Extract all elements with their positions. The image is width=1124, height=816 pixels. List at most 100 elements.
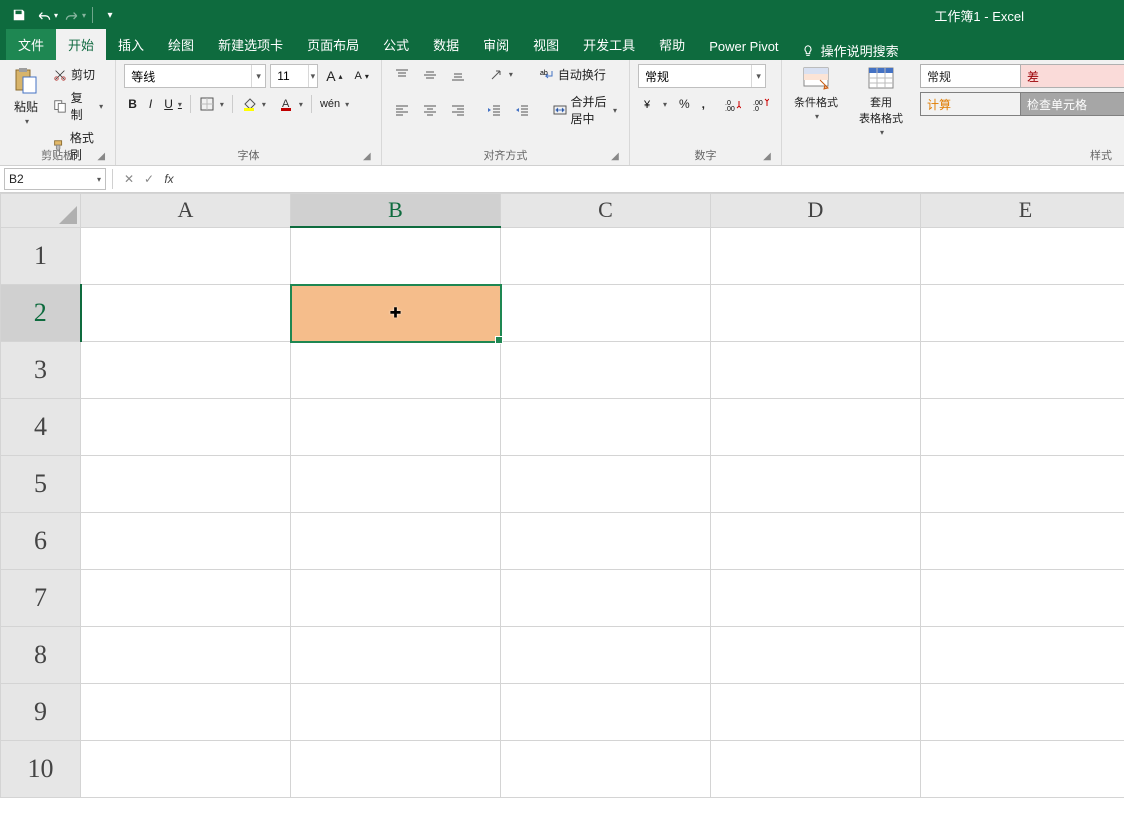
- font-size-input[interactable]: [271, 66, 307, 86]
- number-format-input[interactable]: [639, 66, 751, 86]
- cell-D5[interactable]: [711, 456, 921, 513]
- borders-button[interactable]: ▾: [195, 94, 228, 114]
- redo-icon[interactable]: ▾: [64, 4, 86, 26]
- row-header-1[interactable]: 1: [1, 227, 81, 285]
- cell-B9[interactable]: [291, 684, 501, 741]
- cell-B1[interactable]: [291, 227, 501, 285]
- col-header-B[interactable]: B: [291, 194, 501, 228]
- cell-C10[interactable]: [501, 741, 711, 798]
- tab-powerpivot[interactable]: Power Pivot: [697, 33, 790, 60]
- cell-D2[interactable]: [711, 285, 921, 342]
- cell-B2[interactable]: ✚: [291, 285, 501, 342]
- tab-view[interactable]: 视图: [521, 29, 571, 60]
- align-bottom-button[interactable]: [446, 65, 470, 85]
- number-format-combo[interactable]: ▾: [638, 64, 766, 88]
- name-box[interactable]: B2 ▾: [4, 168, 106, 190]
- cell-E9[interactable]: [921, 684, 1124, 741]
- font-name-combo[interactable]: ▾: [124, 64, 266, 88]
- underline-button[interactable]: U▾: [160, 95, 186, 113]
- row-header-4[interactable]: 4: [1, 399, 81, 456]
- cell-C5[interactable]: [501, 456, 711, 513]
- increase-decimal-button[interactable]: .0.00: [721, 94, 745, 114]
- fill-color-button[interactable]: ▾: [237, 94, 270, 114]
- cell-D4[interactable]: [711, 399, 921, 456]
- col-header-C[interactable]: C: [501, 194, 711, 228]
- align-dialog-launcher[interactable]: ◢: [609, 150, 621, 162]
- formula-input[interactable]: [179, 169, 1124, 189]
- cell-C3[interactable]: [501, 342, 711, 399]
- align-top-button[interactable]: [390, 65, 414, 85]
- paste-button[interactable]: 粘贴 ▾: [8, 64, 44, 142]
- percent-button[interactable]: %: [675, 95, 694, 113]
- col-header-D[interactable]: D: [711, 194, 921, 228]
- italic-button[interactable]: I: [145, 95, 156, 113]
- cell-A9[interactable]: [81, 684, 291, 741]
- cell-B4[interactable]: [291, 399, 501, 456]
- tell-me[interactable]: 操作说明搜索: [791, 41, 909, 60]
- row-header-8[interactable]: 8: [1, 627, 81, 684]
- cell-E6[interactable]: [921, 513, 1124, 570]
- cell-D7[interactable]: [711, 570, 921, 627]
- tab-review[interactable]: 审阅: [471, 29, 521, 60]
- orientation-button[interactable]: ▾: [484, 65, 517, 85]
- cell-E2[interactable]: [921, 285, 1124, 342]
- cell-D1[interactable]: [711, 227, 921, 285]
- cell-A5[interactable]: [81, 456, 291, 513]
- cell-E1[interactable]: [921, 227, 1124, 285]
- tab-developer[interactable]: 开发工具: [571, 29, 647, 60]
- shrink-font-button[interactable]: A▾: [351, 68, 373, 84]
- cell-C9[interactable]: [501, 684, 711, 741]
- row-header-7[interactable]: 7: [1, 570, 81, 627]
- font-color-button[interactable]: A▾: [274, 94, 307, 114]
- cell-A6[interactable]: [81, 513, 291, 570]
- decrease-decimal-button[interactable]: .00.0: [749, 94, 773, 114]
- row-header-5[interactable]: 5: [1, 456, 81, 513]
- format-as-table-button[interactable]: 套用 表格格式▾: [852, 64, 910, 142]
- cell-C6[interactable]: [501, 513, 711, 570]
- row-header-3[interactable]: 3: [1, 342, 81, 399]
- cell-C8[interactable]: [501, 627, 711, 684]
- col-header-E[interactable]: E: [921, 194, 1124, 228]
- cell-E7[interactable]: [921, 570, 1124, 627]
- phonetic-button[interactable]: wén▾: [316, 96, 353, 112]
- row-header-6[interactable]: 6: [1, 513, 81, 570]
- style-normal[interactable]: 常规: [920, 64, 1026, 88]
- tab-home[interactable]: 开始: [56, 29, 106, 60]
- chevron-down-icon[interactable]: ▾: [97, 175, 101, 184]
- cell-A1[interactable]: [81, 227, 291, 285]
- chevron-down-icon[interactable]: ▾: [251, 65, 265, 87]
- increase-indent-button[interactable]: [510, 100, 534, 120]
- copy-button[interactable]: 复制▾: [48, 87, 107, 125]
- chevron-down-icon[interactable]: ▾: [308, 65, 318, 87]
- cell-B7[interactable]: [291, 570, 501, 627]
- align-middle-button[interactable]: [418, 65, 442, 85]
- cell-styles-gallery[interactable]: 常规 差 计算 检查单元格: [920, 64, 1116, 116]
- conditional-formatting-button[interactable]: 条件格式▾: [790, 64, 842, 142]
- merge-center-button[interactable]: 合并后居中▾: [549, 91, 621, 129]
- row-header-9[interactable]: 9: [1, 684, 81, 741]
- cell-A4[interactable]: [81, 399, 291, 456]
- tab-layout[interactable]: 页面布局: [295, 29, 371, 60]
- tab-insert[interactable]: 插入: [106, 29, 156, 60]
- align-center-button[interactable]: [418, 100, 442, 120]
- accounting-format-button[interactable]: ¥▾: [638, 94, 671, 114]
- cell-C1[interactable]: [501, 227, 711, 285]
- row-header-2[interactable]: 2: [1, 285, 81, 342]
- style-check[interactable]: 检查单元格: [1020, 92, 1124, 116]
- cell-A7[interactable]: [81, 570, 291, 627]
- font-name-input[interactable]: [125, 66, 251, 86]
- col-header-A[interactable]: A: [81, 194, 291, 228]
- spreadsheet-grid[interactable]: A B C D E 12✚345678910: [0, 193, 1124, 816]
- font-size-combo[interactable]: ▾: [270, 64, 318, 88]
- tab-data[interactable]: 数据: [421, 29, 471, 60]
- cell-A8[interactable]: [81, 627, 291, 684]
- cut-button[interactable]: 剪切: [48, 64, 107, 85]
- cell-B5[interactable]: [291, 456, 501, 513]
- cell-E5[interactable]: [921, 456, 1124, 513]
- cell-A2[interactable]: [81, 285, 291, 342]
- cell-A10[interactable]: [81, 741, 291, 798]
- cell-D10[interactable]: [711, 741, 921, 798]
- clipboard-dialog-launcher[interactable]: ◢: [95, 150, 107, 162]
- cell-D9[interactable]: [711, 684, 921, 741]
- insert-function-button[interactable]: fx: [159, 172, 179, 186]
